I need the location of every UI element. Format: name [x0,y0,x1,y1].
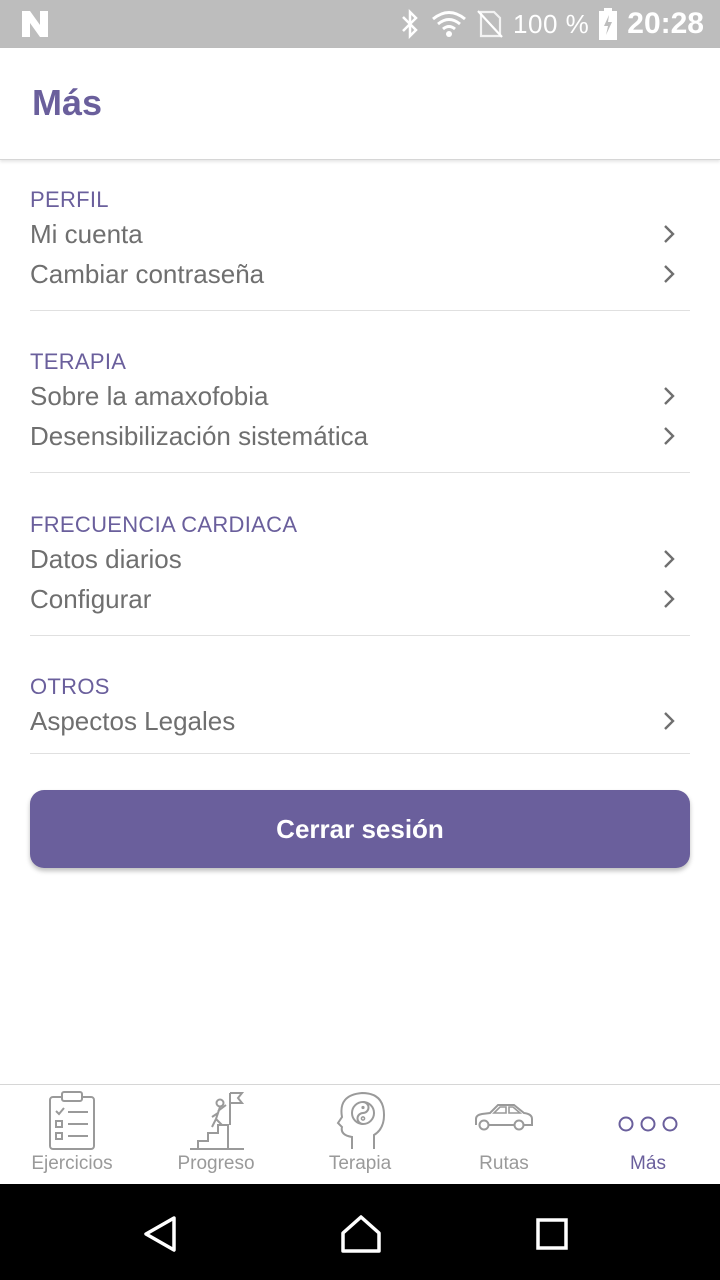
app-bar: Más [0,48,720,160]
recents-icon[interactable] [536,1218,568,1250]
menu-item-label: Datos diarios [30,544,182,574]
menu-item-configurar[interactable]: Configurar [30,579,690,619]
menu-item-label: Desensibilización sistemática [30,421,369,451]
menu-item-aspectos-legales[interactable]: Aspectos Legales [30,701,690,741]
menu-item-datos-diarios[interactable]: Datos diarios [30,539,690,579]
nav-item-rutas[interactable]: Rutas [432,1085,576,1185]
chevron-right-icon [664,265,675,283]
chevron-right-icon [664,550,675,568]
menu-item-cambiar-contrasena[interactable]: Cambiar contraseña [30,254,690,294]
more-dots-icon [618,1116,678,1132]
bottom-nav: Ejercicios Progreso Terapia Rutas Más [0,1084,720,1184]
menu-item-desensibilizacion-sistematica[interactable]: Desensibilización sistemática [30,416,690,456]
nav-label: Terapia [328,1153,392,1174]
chevron-right-icon [664,387,675,405]
section-header: OTROS [30,674,110,699]
climbing-stairs-flag-icon [190,1092,245,1150]
wifi-icon [432,11,466,37]
status-clock: 20:28 [627,7,704,40]
head-yin-yang-icon [336,1091,386,1149]
menu-item-label: Cambiar contraseña [30,259,265,289]
nav-label: Rutas [479,1153,529,1174]
battery-percent: 100 % [513,8,590,39]
status-bar: 100 % 20:28 [0,0,720,48]
car-icon [475,1104,533,1131]
chevron-right-icon [664,590,675,608]
no-sim-icon [477,10,503,38]
clipboard-checklist-icon [49,1091,95,1150]
menu-item-label: Mi cuenta [30,219,143,249]
nav-label: Progreso [177,1153,255,1174]
nav-label: Ejercicios [31,1153,113,1174]
section-terapia: TERAPIA Sobre la amaxofobia Desensibiliz… [30,311,690,473]
home-icon[interactable] [340,1214,382,1254]
nav-item-mas[interactable]: Más [576,1085,720,1185]
nav-item-terapia[interactable]: Terapia [288,1085,432,1185]
menu-item-label: Configurar [30,584,152,614]
bluetooth-icon [402,9,418,39]
section-header: FRECUENCIA CARDIACA [30,512,298,537]
chevron-right-icon [664,712,675,730]
back-icon[interactable] [140,1214,180,1254]
chevron-right-icon [664,225,675,243]
logout-button[interactable]: Cerrar sesión [30,790,690,868]
section-header: PERFIL [30,187,109,212]
n-notification-icon [22,11,48,37]
nav-item-ejercicios[interactable]: Ejercicios [0,1085,144,1185]
menu-item-label: Aspectos Legales [30,706,236,736]
section-otros: OTROS Aspectos Legales [30,636,690,754]
nav-item-progreso[interactable]: Progreso [144,1085,288,1185]
section-perfil: PERFIL Mi cuenta Cambiar contraseña [30,160,690,311]
page-title: Más [32,82,103,123]
chevron-right-icon [664,427,675,445]
system-nav-bar [0,1184,720,1280]
nav-label: Más [630,1153,666,1174]
battery-charging-icon [599,8,618,40]
section-header: TERAPIA [30,349,127,374]
section-frecuencia-cardiaca: FRECUENCIA CARDIACA Datos diarios Config… [30,473,690,636]
settings-list: PERFIL Mi cuenta Cambiar contraseña TERA… [30,160,690,754]
menu-item-sobre-la-amaxofobia[interactable]: Sobre la amaxofobia [30,376,690,416]
menu-item-mi-cuenta[interactable]: Mi cuenta [30,214,690,254]
menu-item-label: Sobre la amaxofobia [30,381,269,411]
